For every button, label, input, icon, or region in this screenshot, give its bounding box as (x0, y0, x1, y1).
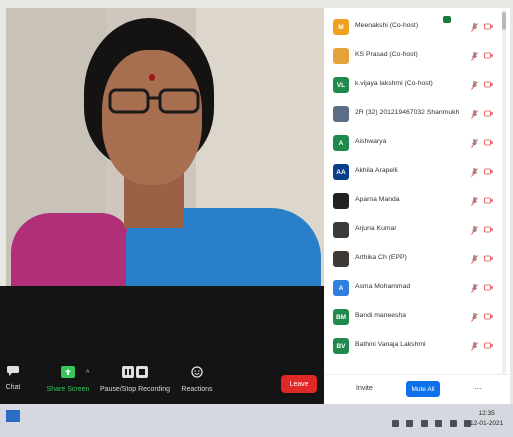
scrollbar-track[interactable] (502, 10, 506, 380)
more-options-button[interactable]: ... (474, 381, 482, 391)
participant-row[interactable]: A Asma Mohammad (324, 275, 500, 304)
participant-avatar: M (333, 19, 349, 35)
invite-button[interactable]: Invite (356, 385, 373, 392)
clock-time: 12:35 (478, 410, 495, 417)
battery-icon[interactable] (420, 420, 428, 427)
taskbar-clock[interactable]: 12:35 12-01-2021 (470, 409, 503, 429)
mute-all-button[interactable]: Mute All (406, 381, 440, 397)
participant-row[interactable]: BV Bathini Vanaja Lakshmi (324, 333, 500, 362)
muted-mic-icon[interactable] (471, 313, 478, 322)
participant-avatar: VL (333, 77, 349, 93)
participant-avatar (333, 106, 349, 122)
smiley-icon (191, 366, 203, 378)
speaker-figure (11, 213, 131, 286)
speaker-face (102, 50, 202, 185)
muted-mic-icon[interactable] (471, 197, 478, 206)
chevron-up-icon[interactable]: ^ (86, 370, 89, 377)
windows-start-icon[interactable] (6, 410, 20, 422)
participant-row[interactable]: Aparna Manda (324, 188, 500, 217)
volume-icon[interactable] (435, 420, 443, 427)
participant-name: Akhila Arapelli (355, 167, 398, 174)
pause-stop-icon (122, 366, 148, 378)
participant-row[interactable]: A Aishwarya (324, 130, 500, 159)
video-off-icon[interactable] (484, 110, 493, 117)
participant-name: Asma Mohammad (355, 283, 411, 290)
chat-icon (7, 366, 19, 376)
chevron-up-icon[interactable] (392, 420, 399, 427)
participant-row[interactable]: 2R (32) 201219467032 Shanmukh (324, 101, 500, 130)
muted-mic-icon[interactable] (471, 139, 478, 148)
keyboard-icon[interactable] (449, 420, 457, 427)
video-off-icon[interactable] (484, 52, 493, 59)
participant-row[interactable]: AA Akhila Arapelli (324, 159, 500, 188)
participant-row[interactable]: Arthika Ch (EPP) (324, 246, 500, 275)
muted-mic-icon[interactable] (471, 168, 478, 177)
video-off-icon[interactable] (484, 139, 493, 146)
participant-name: k.vijaya lakshmi (Co-host) (355, 80, 433, 87)
participants-footer: Invite Mute All ... (324, 374, 510, 404)
participant-name: Bandi maneesha (355, 312, 407, 319)
video-off-icon[interactable] (484, 342, 493, 349)
system-tray (392, 414, 474, 432)
participant-name: Bathini Vanaja Lakshmi (355, 341, 426, 348)
video-off-icon[interactable] (484, 313, 493, 320)
participant-name: 2R (32) 201219467032 Shanmukh (355, 109, 460, 116)
muted-mic-icon[interactable] (471, 342, 478, 351)
participant-row[interactable]: Arjuna Kumar (324, 217, 500, 246)
participant-avatar: A (333, 280, 349, 296)
meeting-toolbar: Chat Share Screen ^ Pause/Stop Recording (0, 286, 324, 404)
participant-name: Arjuna Kumar (355, 225, 397, 232)
share-screen-label: Share Screen (46, 386, 90, 393)
reactions-button[interactable]: Reactions (176, 366, 218, 393)
speaker-video (6, 8, 324, 286)
muted-mic-icon[interactable] (471, 23, 478, 32)
share-screen-icon (61, 366, 75, 378)
muted-mic-icon[interactable] (471, 255, 478, 264)
muted-mic-icon[interactable] (471, 110, 478, 119)
pause-stop-recording-label: Pause/Stop Recording (99, 386, 171, 393)
participant-avatar: BM (333, 309, 349, 325)
windows-taskbar: 12:35 12-01-2021 (0, 404, 513, 437)
participant-avatar (333, 193, 349, 209)
scrollbar-thumb[interactable] (502, 12, 506, 30)
muted-mic-icon[interactable] (471, 52, 478, 61)
participant-name: Aparna Manda (355, 196, 400, 203)
participants-panel: M Meenakshi (Co-host) KS Prasad (Co-host) V… (324, 8, 510, 404)
participant-row[interactable]: VL k.vijaya lakshmi (Co-host) (324, 72, 500, 101)
participant-name: Aishwarya (355, 138, 387, 145)
muted-mic-icon[interactable] (471, 81, 478, 90)
participant-avatar: BV (333, 338, 349, 354)
video-off-icon[interactable] (484, 23, 493, 30)
chat-button[interactable]: Chat (2, 366, 24, 391)
video-off-icon[interactable] (484, 197, 493, 204)
video-off-icon[interactable] (484, 168, 493, 175)
speaker-figure (149, 74, 155, 81)
speaker-glasses (108, 88, 200, 114)
leave-button[interactable]: Leave (281, 375, 317, 393)
participant-row[interactable]: KS Prasad (Co-host) (324, 43, 500, 72)
video-off-icon[interactable] (484, 226, 493, 233)
muted-mic-icon[interactable] (471, 284, 478, 293)
video-off-icon[interactable] (484, 81, 493, 88)
participant-avatar (333, 251, 349, 267)
participant-row[interactable]: BM Bandi maneesha (324, 304, 500, 333)
pause-stop-recording-button[interactable]: Pause/Stop Recording (98, 366, 172, 393)
participant-avatar (333, 48, 349, 64)
participant-avatar: AA (333, 164, 349, 180)
reactions-label: Reactions (181, 386, 213, 393)
participant-avatar (333, 222, 349, 238)
video-off-icon[interactable] (484, 255, 493, 262)
participant-name: Meenakshi (Co-host) (355, 22, 419, 29)
meeting-screen: Chat Share Screen ^ Pause/Stop Recording (0, 0, 513, 437)
video-off-icon[interactable] (484, 284, 493, 291)
participant-name: KS Prasad (Co-host) (355, 51, 418, 58)
network-icon[interactable] (406, 420, 414, 427)
participant-avatar: A (333, 135, 349, 151)
participant-name: Arthika Ch (EPP) (355, 254, 407, 261)
muted-mic-icon[interactable] (471, 226, 478, 235)
participant-row[interactable]: M Meenakshi (Co-host) (324, 14, 500, 43)
clock-date: 12-01-2021 (470, 420, 504, 427)
chat-label: Chat (5, 384, 21, 391)
